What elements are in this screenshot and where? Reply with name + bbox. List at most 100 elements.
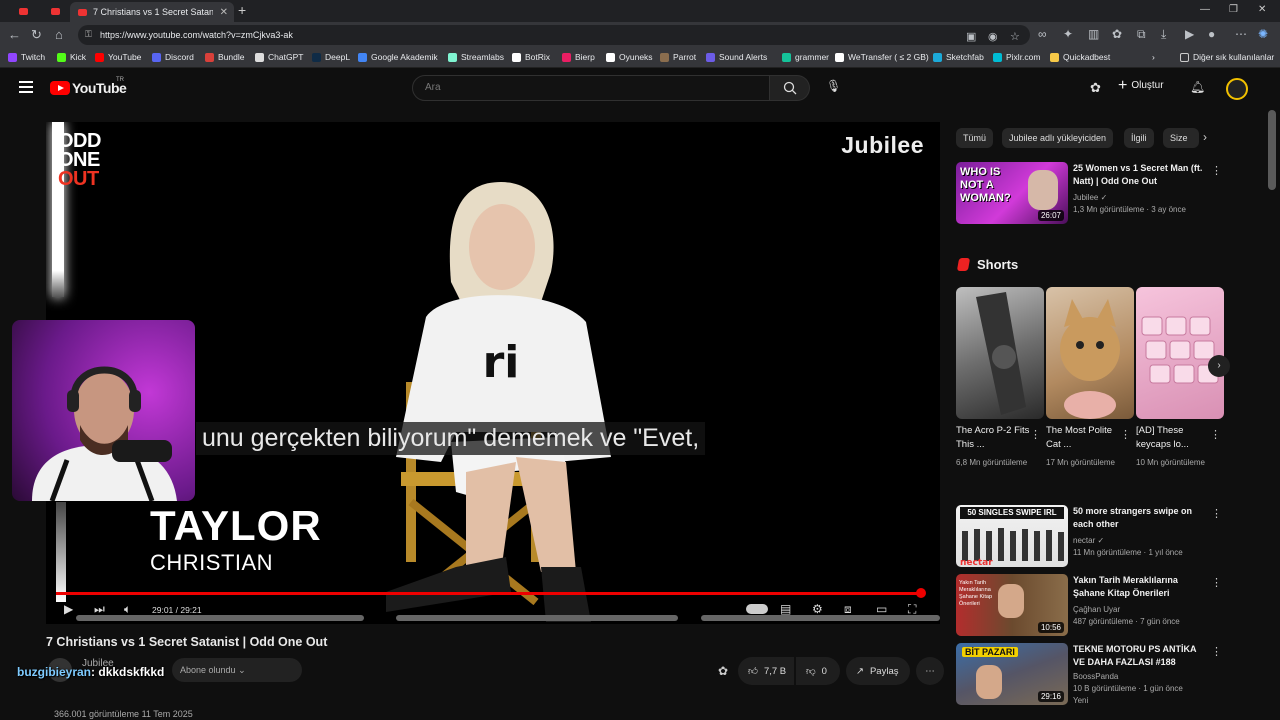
puzzle-icon[interactable]: ✿ <box>1112 27 1122 41</box>
extension-action-icon[interactable]: ✿ <box>718 664 728 678</box>
download-icon[interactable]: ⤓ <box>1161 27 1166 42</box>
new-tab-button[interactable]: + <box>238 2 246 18</box>
extension-icon[interactable]: ✦ <box>1063 27 1073 41</box>
recommended-video[interactable]: WHO IS NOT A WOMAN? 26:07 25 Women vs 1 … <box>956 162 1226 224</box>
progress-bar[interactable] <box>56 592 921 595</box>
bookmark-item[interactable]: WeTransfer ( ≤ 2 GB) <box>835 52 929 62</box>
video-title[interactable]: 25 Women vs 1 Secret Man (ft. Natt) | Od… <box>1073 162 1208 187</box>
scrubber-handle[interactable] <box>916 588 926 598</box>
youtube-logo[interactable]: YouTube TR <box>50 77 127 96</box>
copilot-icon[interactable]: ✺ <box>1258 27 1268 41</box>
filter-chip[interactable]: Tümü <box>956 128 994 148</box>
other-bookmarks-folder[interactable]: Diğer sık kullanılanlar <box>1180 52 1274 62</box>
bookmark-item[interactable]: Discord <box>152 52 194 62</box>
notifications-bell-icon[interactable]: 🔔︎ <box>1190 80 1205 94</box>
bookmark-item[interactable]: Google Akademik <box>358 52 438 62</box>
more-options-icon[interactable]: ⋮ <box>1211 576 1222 589</box>
active-tab[interactable]: 7 Christians vs 1 Secret Satanist | Odd … <box>70 2 234 22</box>
bookmark-item[interactable]: DeepL <box>312 52 350 62</box>
bookmark-item[interactable]: YouTube <box>95 52 141 62</box>
short-thumbnail-cat[interactable] <box>1046 287 1134 419</box>
recommended-video[interactable]: Yakın Tarih Meraklılarına Şahane Kitap Ö… <box>956 574 1226 636</box>
bookmark-item[interactable]: Pixlr.com <box>993 52 1040 62</box>
bookmark-item[interactable]: Bundle <box>205 52 244 62</box>
page-scrollbar[interactable] <box>1268 110 1276 190</box>
bookmark-item[interactable]: Parrot <box>660 52 696 62</box>
extension-glasses-icon[interactable]: ∞ <box>1038 27 1047 41</box>
close-window-icon[interactable]: ✕ <box>1258 4 1266 15</box>
video-thumbnail[interactable]: BİT PAZARI 29:16 <box>956 643 1068 705</box>
short-more-icon[interactable]: ⋮ <box>1210 428 1221 441</box>
address-bar[interactable]: ⚿ https://www.youtube.com/watch?v=zmCjkv… <box>78 25 1030 45</box>
share-button[interactable]: ↗ Paylaş <box>846 657 910 685</box>
more-options-icon[interactable]: ⋮ <box>1211 164 1222 177</box>
tracking-icon[interactable]: ◉ <box>988 30 998 43</box>
settings-gear-icon[interactable]: ⚙ <box>812 602 823 616</box>
bookmark-item[interactable]: Streamlabs <box>448 52 504 62</box>
reload-icon[interactable]: ↻ <box>31 27 42 43</box>
bookmark-item[interactable]: grammer <box>782 52 829 62</box>
video-title[interactable]: Yakın Tarih Meraklılarına Şahane Kitap Ö… <box>1073 574 1208 599</box>
bookmark-item[interactable]: Twitch <box>8 52 45 62</box>
pinned-tab-youtube[interactable] <box>8 3 38 19</box>
short-thumbnail-keycaps[interactable] <box>1136 287 1224 419</box>
filter-chip[interactable]: Jubilee adlı yükleyiciden <box>1002 128 1114 148</box>
bookmark-item[interactable]: Sketchfab <box>933 52 984 62</box>
video-title[interactable]: 50 more strangers swipe on each other <box>1073 505 1208 530</box>
menu-icon[interactable] <box>19 81 33 96</box>
short-title[interactable]: The Most Polite Cat ... <box>1046 424 1126 451</box>
bookmarks-overflow-chevron-icon[interactable]: › <box>1152 52 1155 62</box>
create-button[interactable]: + Oluştur <box>1118 77 1164 93</box>
video-title[interactable]: TEKNE MOTORU PS ANTİKA VE DAHA FAZLASI #… <box>1073 643 1208 668</box>
theater-mode-icon[interactable]: ▭ <box>876 602 887 616</box>
search-input[interactable]: Ara <box>412 75 770 101</box>
minimize-icon[interactable]: — <box>1200 4 1210 15</box>
maximize-icon[interactable]: ❐ <box>1229 4 1238 15</box>
profile-icon[interactable]: ● <box>1208 27 1215 41</box>
collections-icon[interactable]: ⧉ <box>1137 27 1146 42</box>
back-icon[interactable]: ← <box>8 27 21 42</box>
video-thumbnail[interactable]: 50 SINGLES SWIPE IRL nectar <box>956 505 1068 567</box>
short-more-icon[interactable]: ⋮ <box>1030 428 1041 441</box>
subscribed-button[interactable]: Abone olundu ⌄ <box>172 658 302 682</box>
short-thumbnail-rifle[interactable] <box>956 287 1044 419</box>
dislike-button[interactable]: 👎︎ 0 <box>796 657 840 685</box>
short-title[interactable]: [AD] These keycaps lo... <box>1136 424 1216 451</box>
fullscreen-icon[interactable]: ⛶ <box>908 602 916 617</box>
more-options-icon[interactable]: ⋮ <box>1211 507 1222 520</box>
bookmark-star-icon[interactable]: ☆ <box>1010 30 1020 43</box>
subtitles-icon[interactable]: ▤ <box>780 602 791 616</box>
shorts-next-chevron-icon[interactable]: › <box>1208 355 1230 377</box>
bookmark-item[interactable]: Kick <box>57 52 86 62</box>
short-more-icon[interactable]: ⋮ <box>1120 428 1131 441</box>
account-avatar[interactable] <box>1226 78 1248 100</box>
recommended-video[interactable]: BİT PAZARI 29:16 TEKNE MOTORU PS ANTİKA … <box>956 643 1226 705</box>
search-button[interactable] <box>770 75 810 101</box>
short-title[interactable]: The Acro P-2 Fits This ... <box>956 424 1036 451</box>
like-button[interactable]: 👍︎ 7,7 B <box>738 657 794 685</box>
bookmark-item[interactable]: Oyuneks <box>606 52 653 62</box>
reading-list-icon[interactable]: ▥ <box>1088 27 1099 41</box>
bookmark-item[interactable]: BotRix <box>512 52 550 62</box>
miniplayer-icon[interactable]: ⧈ <box>844 602 852 617</box>
more-actions-button[interactable]: ⋯ <box>916 657 944 685</box>
site-info-icon[interactable]: ⚿ <box>85 29 92 40</box>
video-thumbnail[interactable]: Yakın Tarih Meraklılarına Şahane Kitap Ö… <box>956 574 1068 636</box>
video-thumbnail[interactable]: WHO IS NOT A WOMAN? 26:07 <box>956 162 1068 224</box>
pinned-tab-youtube-2[interactable] <box>40 3 70 19</box>
menu-dots-icon[interactable]: ⋯ <box>1235 27 1247 41</box>
install-app-icon[interactable]: ▣ <box>966 30 976 43</box>
play-icon[interactable]: ▶ <box>64 602 73 616</box>
media-icon[interactable]: ▶ <box>1185 27 1194 41</box>
autoplay-toggle[interactable] <box>746 604 768 614</box>
more-options-icon[interactable]: ⋮ <box>1211 645 1222 658</box>
home-icon[interactable]: ⌂ <box>55 27 63 42</box>
bookmark-item[interactable]: ChatGPT <box>255 52 303 62</box>
recommended-video[interactable]: 50 SINGLES SWIPE IRL nectar 50 more stra… <box>956 505 1226 567</box>
filter-chip[interactable]: Size <box>1163 128 1199 148</box>
tab-close-icon[interactable]: ✕ <box>220 7 228 18</box>
bookmark-item[interactable]: Quickadbest <box>1050 52 1110 62</box>
microphone-icon[interactable]: 🎙︎ <box>826 79 841 93</box>
chips-next-chevron-icon[interactable]: › <box>1203 130 1207 144</box>
bookmark-item[interactable]: Bierp <box>562 52 595 62</box>
